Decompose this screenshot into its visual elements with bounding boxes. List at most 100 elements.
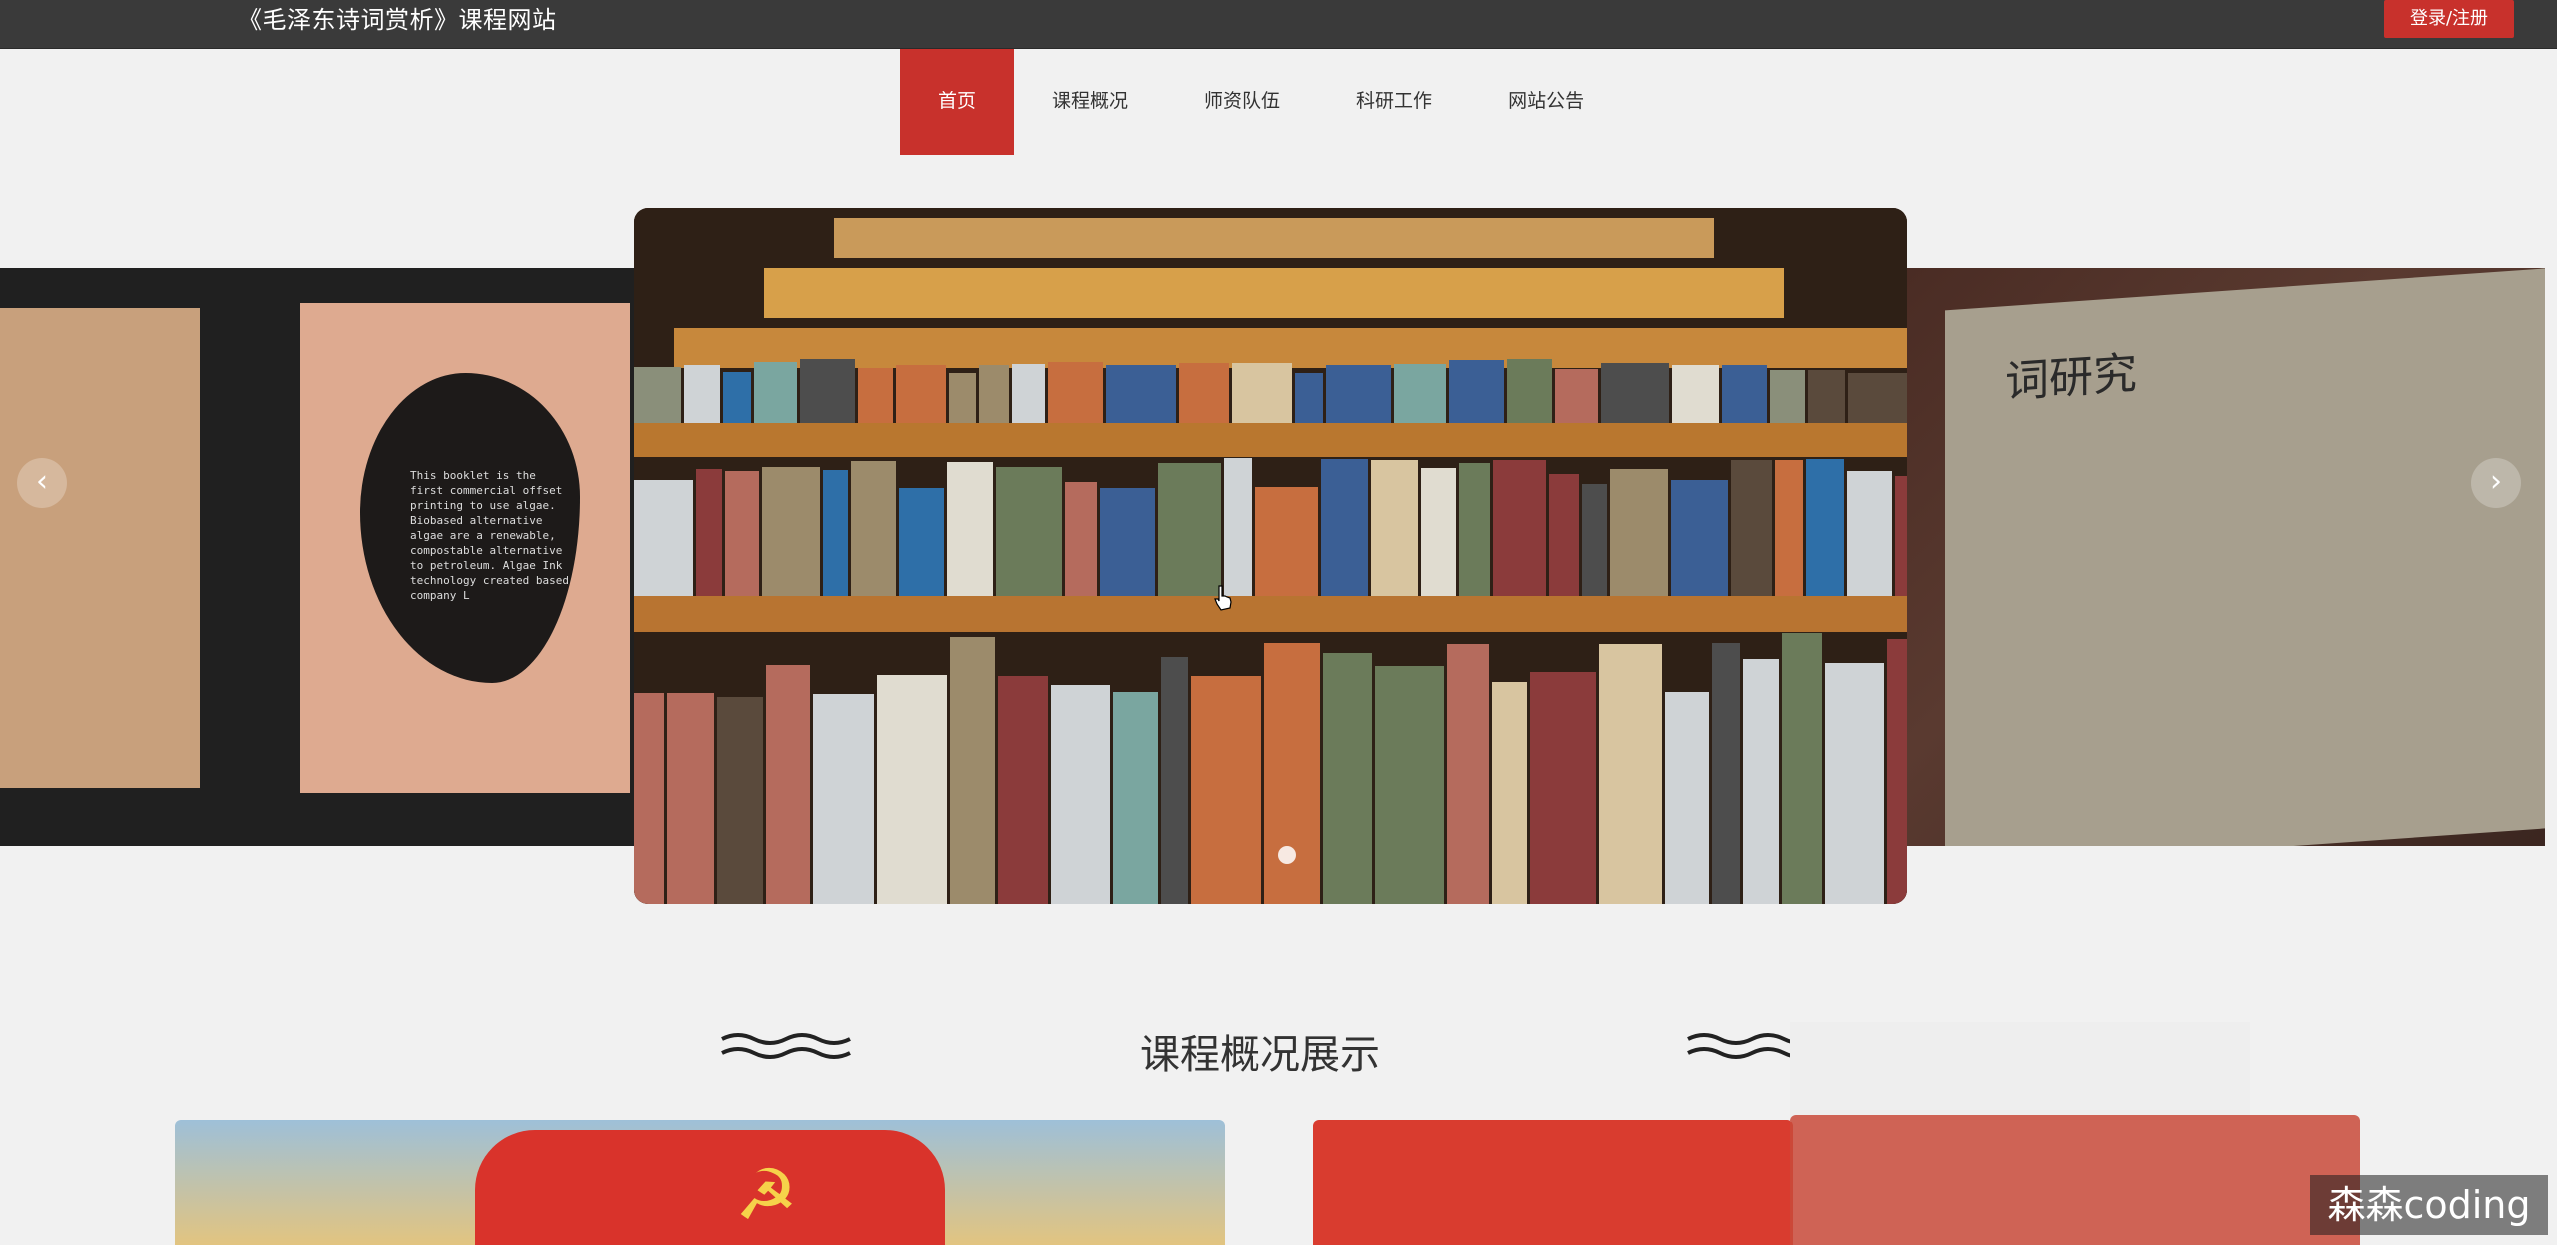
book-spine <box>1895 476 1907 596</box>
book-spine <box>877 675 947 904</box>
book-spine <box>1191 676 1261 904</box>
watermark: 森森coding <box>2310 1175 2548 1235</box>
book-spine <box>800 359 855 423</box>
book-spine <box>1459 463 1490 596</box>
book-spine <box>717 697 763 904</box>
book-spine <box>998 676 1048 904</box>
book-spine <box>725 471 759 596</box>
book-cover-title: 词研究 <box>2005 347 2137 409</box>
book-spine <box>950 637 995 904</box>
book-spine <box>1743 659 1779 904</box>
overlay-panel <box>1790 1022 2250 1122</box>
book-spine <box>1051 685 1110 904</box>
book-spine <box>949 373 976 423</box>
booklet-text: This booklet is the first commercial off… <box>410 469 569 602</box>
book-spine <box>1421 468 1456 596</box>
book-spine <box>1601 363 1669 423</box>
book-spine <box>1394 364 1446 423</box>
login-register-button[interactable]: 登录/注册 <box>2384 0 2514 38</box>
book-spine <box>1493 460 1546 596</box>
book-spine <box>1012 364 1045 423</box>
book-spine <box>947 462 993 596</box>
book-spine <box>684 365 720 423</box>
book-spine <box>1610 469 1668 596</box>
carousel-slide-prev[interactable]: This booklet is the first commercial off… <box>0 268 640 846</box>
chevron-right-icon: › <box>2490 464 2502 499</box>
book-spine <box>634 693 664 904</box>
book-spine <box>1825 663 1884 904</box>
book-spine <box>1447 644 1489 904</box>
course-card[interactable] <box>1313 1120 1793 1245</box>
book-spine <box>979 365 1009 423</box>
hammer-sickle-icon: ☭ <box>735 1154 798 1236</box>
book-spine <box>1848 373 1907 423</box>
booklet-image <box>0 308 200 788</box>
book-spine <box>1449 360 1504 423</box>
book-spine <box>1770 370 1805 423</box>
section-title: 课程概况展示 <box>1140 1032 1380 1078</box>
party-flag-image <box>475 1130 945 1245</box>
book-spine <box>1158 463 1221 596</box>
book-spine <box>1712 643 1740 904</box>
book-spine <box>1371 460 1418 596</box>
book-spine <box>1255 487 1318 596</box>
image-carousel: This booklet is the first commercial off… <box>0 208 2557 908</box>
nav-item-home[interactable]: 首页 <box>900 49 1015 155</box>
book-spine <box>1375 666 1444 904</box>
bookshelf-photo <box>634 208 1907 904</box>
book-spine <box>1887 639 1907 904</box>
wave-decoration-icon <box>721 1033 851 1059</box>
book-spine <box>1161 657 1188 904</box>
carousel-prev-button[interactable]: ‹ <box>17 458 67 508</box>
book-spine <box>1321 459 1368 596</box>
top-bar: 《毛泽东诗词赏析》课程网站 登录/注册 <box>0 0 2557 49</box>
book-spine <box>1264 643 1320 904</box>
book-spine <box>1847 471 1892 596</box>
carousel-slide-active[interactable] <box>634 208 1907 904</box>
booklet-image: This booklet is the first commercial off… <box>300 303 630 793</box>
book-spine <box>896 365 946 423</box>
book-spine <box>823 470 848 596</box>
book-spine <box>696 469 722 596</box>
book-spine <box>1722 365 1767 423</box>
nav-item-faculty[interactable]: 师资队伍 <box>1166 49 1318 155</box>
book-spine <box>1530 672 1596 904</box>
book-spine <box>1599 644 1662 904</box>
course-card[interactable]: ☭ <box>175 1120 1225 1245</box>
book-spine <box>1224 458 1252 596</box>
carousel-next-button[interactable]: › <box>2471 458 2521 508</box>
book-spine <box>1323 653 1372 904</box>
book-spine <box>858 368 893 423</box>
book-spine <box>634 480 693 596</box>
book-spine <box>899 488 944 596</box>
book-spine <box>667 693 714 904</box>
book-spine <box>1113 692 1158 904</box>
course-card[interactable] <box>1790 1115 2360 1245</box>
carousel-slide-next[interactable]: 词研究 <box>1905 268 2545 846</box>
book-spine <box>1782 633 1822 904</box>
book-spine <box>851 461 896 596</box>
book-spine <box>1106 365 1176 423</box>
book-spine <box>1555 369 1598 423</box>
book-spine <box>1549 474 1579 596</box>
book-spine <box>1179 363 1229 423</box>
book-spine <box>723 372 751 423</box>
book-spine <box>1295 373 1323 423</box>
book-spine <box>813 694 874 904</box>
carousel-indicator-dot[interactable] <box>1278 846 1296 864</box>
nav-item-course-overview[interactable]: 课程概况 <box>1014 49 1166 155</box>
nav-item-research[interactable]: 科研工作 <box>1318 49 1470 155</box>
book-spine <box>1492 682 1527 904</box>
book-spine <box>1065 482 1097 596</box>
book-spine <box>1582 484 1607 596</box>
book-spine <box>1775 460 1803 596</box>
book-spine <box>1048 362 1103 423</box>
hand-cursor-icon <box>1214 585 1232 611</box>
book-spine <box>1665 692 1709 904</box>
book-spine <box>1731 460 1772 596</box>
nav-item-announcements[interactable]: 网站公告 <box>1470 49 1622 155</box>
chevron-left-icon: ‹ <box>36 464 48 499</box>
book-spine <box>1232 363 1292 423</box>
book-spine <box>762 467 820 596</box>
book-cover-image: 词研究 <box>1945 268 2545 846</box>
